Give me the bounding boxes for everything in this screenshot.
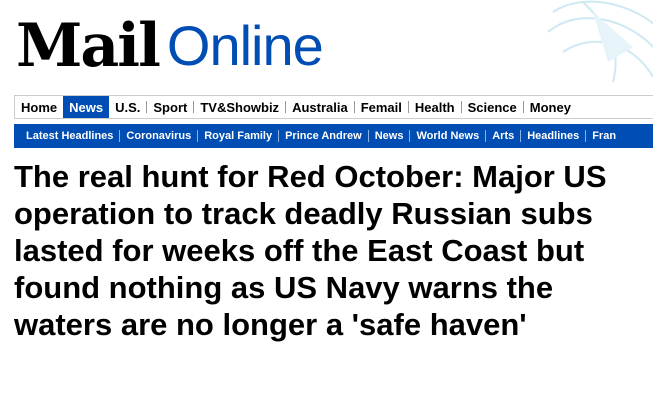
nav-item-health[interactable]: Health: [409, 96, 461, 118]
logo-online-text: Online: [166, 14, 324, 77]
subnav-item-world-news[interactable]: World News: [410, 130, 485, 142]
subnav-item-royal-family[interactable]: Royal Family: [198, 130, 278, 142]
secondary-nav: Latest Headlines Coronavirus Royal Famil…: [14, 124, 653, 148]
nav-item-home[interactable]: Home: [15, 96, 63, 118]
subnav-item-coronavirus[interactable]: Coronavirus: [120, 130, 197, 142]
logo-mail-text: Mail: [16, 11, 161, 81]
site-logo[interactable]: Mail Online: [16, 6, 324, 81]
article-headline: The real hunt for Red October: Major US …: [14, 159, 607, 342]
subnav-item-fran[interactable]: Fran: [586, 130, 622, 142]
masthead: Mail Online: [0, 0, 653, 92]
nav-item-us[interactable]: U.S.: [109, 96, 146, 118]
subnav-item-headlines[interactable]: Headlines: [521, 130, 585, 142]
nav-item-femail[interactable]: Femail: [355, 96, 408, 118]
subnav-item-prince-andrew[interactable]: Prince Andrew: [279, 130, 368, 142]
nav-item-tvshowbiz[interactable]: TV&Showbiz: [194, 96, 285, 118]
nav-item-science[interactable]: Science: [462, 96, 523, 118]
subnav-item-arts[interactable]: Arts: [486, 130, 520, 142]
nav-item-money[interactable]: Money: [524, 96, 577, 118]
subnav-item-news[interactable]: News: [369, 130, 410, 142]
primary-nav: Home News U.S. Sport TV&Showbiz Australi…: [14, 95, 653, 119]
nav-item-news[interactable]: News: [63, 96, 110, 118]
nav-item-sport[interactable]: Sport: [147, 96, 193, 118]
decorative-swirl-icon: [547, 0, 653, 83]
nav-item-australia[interactable]: Australia: [286, 96, 354, 118]
subnav-item-latest-headlines[interactable]: Latest Headlines: [20, 130, 119, 142]
